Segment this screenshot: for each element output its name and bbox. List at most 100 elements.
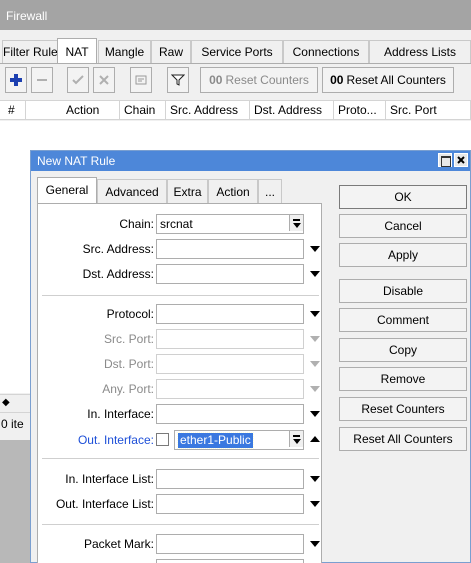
column-action[interactable]: Action: [62, 101, 120, 120]
separator: [42, 295, 319, 296]
disable-button[interactable]: [93, 67, 115, 93]
tab-connections[interactable]: Connections: [283, 40, 369, 64]
enable-button[interactable]: [67, 67, 89, 93]
tab-action[interactable]: Action: [208, 179, 258, 203]
chain-field[interactable]: srcnat: [156, 214, 304, 234]
src-address-dropdown-icon[interactable]: [310, 246, 320, 252]
in-interface-list-row: In. Interface List:: [38, 469, 323, 489]
out-interface-dropdown-icon[interactable]: [289, 431, 303, 447]
reset-counters-label: Reset Counters: [225, 73, 309, 87]
apply-button[interactable]: Apply: [339, 243, 467, 267]
column-protocol[interactable]: Proto...: [334, 101, 386, 120]
in-interface-dropdown-icon[interactable]: [310, 411, 320, 417]
column-chain[interactable]: Chain: [120, 101, 166, 120]
dst-port-label: Dst. Port:: [103, 357, 154, 371]
add-button[interactable]: [5, 67, 27, 93]
tab-filter-rules[interactable]: Filter Rules: [2, 40, 58, 64]
tab-general[interactable]: General: [37, 177, 97, 204]
out-interface-field[interactable]: ether1-Public: [174, 430, 304, 450]
in-interface-list-field[interactable]: [156, 469, 304, 489]
rules-table-header: # Action Chain Src. Address Dst. Address…: [0, 100, 471, 120]
column-dst-address[interactable]: Dst. Address: [250, 101, 334, 120]
any-port-label: Any. Port:: [102, 382, 154, 396]
disable-button[interactable]: Disable: [339, 279, 467, 303]
reset-all-counters-button[interactable]: Reset All Counters: [339, 427, 467, 451]
out-interface-list-label: Out. Interface List:: [55, 497, 154, 511]
dialog-titlebar[interactable]: New NAT Rule: [31, 151, 470, 171]
tab-mangle[interactable]: Mangle: [98, 40, 151, 64]
out-interface-value: ether1-Public: [177, 432, 254, 449]
tab-service-ports[interactable]: Service Ports: [191, 40, 283, 64]
out-interface-collapse-icon[interactable]: [310, 436, 320, 442]
column-src-address[interactable]: Src. Address: [166, 101, 250, 120]
filter-button[interactable]: [167, 67, 189, 93]
dst-port-row: Dst. Port:: [38, 354, 323, 374]
in-interface-field[interactable]: [156, 404, 304, 424]
dst-port-dropdown-icon[interactable]: [310, 361, 320, 367]
dst-port-field[interactable]: [156, 354, 304, 374]
new-nat-rule-dialog: New NAT Rule General Advanced Extra Acti…: [30, 150, 471, 563]
packet-mark-dropdown-icon[interactable]: [310, 541, 320, 547]
tab-address-lists[interactable]: Address Lists: [369, 40, 471, 64]
tab-more[interactable]: ...: [258, 179, 282, 203]
plus-icon: [10, 74, 22, 86]
any-port-field[interactable]: [156, 379, 304, 399]
copy-button[interactable]: Copy: [339, 338, 467, 362]
remove-button[interactable]: Remove: [339, 367, 467, 391]
tab-extra[interactable]: Extra: [167, 179, 208, 203]
chain-row: Chain: srcnat: [38, 214, 323, 234]
column-src-port[interactable]: Src. Port: [386, 101, 471, 120]
reset-all-counters-label: Reset All Counters: [346, 73, 446, 87]
dst-address-dropdown-icon[interactable]: [310, 271, 320, 277]
general-panel: Chain: srcnat Src. Address: Dst. Address…: [37, 204, 322, 563]
filter-icon: [171, 74, 185, 86]
comment-button[interactable]: [130, 67, 152, 93]
tab-advanced[interactable]: Advanced: [97, 179, 167, 203]
src-port-label: Src. Port:: [103, 332, 154, 346]
src-port-field[interactable]: [156, 329, 304, 349]
chain-dropdown-icon[interactable]: [289, 215, 303, 231]
maximize-icon[interactable]: [438, 153, 452, 167]
src-port-dropdown-icon[interactable]: [310, 336, 320, 342]
protocol-dropdown-icon[interactable]: [310, 311, 320, 317]
in-interface-list-label: In. Interface List:: [65, 472, 154, 486]
cross-icon: [99, 75, 109, 85]
tab-divider: [0, 63, 471, 64]
firewall-tabs: Filter Rules NAT Mangle Raw Service Port…: [2, 38, 471, 64]
ok-button[interactable]: OK: [339, 185, 467, 209]
any-port-dropdown-icon[interactable]: [310, 386, 320, 392]
tab-nat[interactable]: NAT: [57, 38, 97, 64]
close-icon[interactable]: [454, 153, 468, 167]
in-interface-label: In. Interface:: [87, 407, 154, 421]
next-field-partial[interactable]: [156, 559, 304, 563]
out-interface-negate-checkbox[interactable]: [156, 433, 169, 446]
dialog-title: New NAT Rule: [37, 154, 116, 168]
packet-mark-field[interactable]: [156, 534, 304, 554]
separator: [42, 458, 319, 459]
in-interface-row: In. Interface:: [38, 404, 323, 424]
out-interface-list-field[interactable]: [156, 494, 304, 514]
out-interface-row: Out. Interface: ether1-Public: [38, 430, 323, 450]
remove-button[interactable]: [31, 67, 53, 93]
out-interface-label: Out. Interface:: [77, 433, 154, 447]
src-address-field[interactable]: [156, 239, 304, 259]
src-port-row: Src. Port:: [38, 329, 323, 349]
counter-icon: 00: [209, 73, 223, 87]
in-interface-list-dropdown-icon[interactable]: [310, 476, 320, 482]
firewall-toolbar: 00 Reset Counters 00 Reset All Counters: [0, 67, 471, 95]
dst-address-field[interactable]: [156, 264, 304, 284]
out-interface-list-dropdown-icon[interactable]: [310, 501, 320, 507]
column-number[interactable]: #: [0, 101, 26, 120]
comment-button[interactable]: Comment: [339, 308, 467, 332]
protocol-field[interactable]: [156, 304, 304, 324]
scroll-left-icon[interactable]: ◆: [2, 397, 10, 408]
out-interface-list-row: Out. Interface List:: [38, 494, 323, 514]
reset-counters-button[interactable]: 00 Reset Counters: [200, 67, 318, 93]
item-count: 0 ite: [1, 417, 24, 431]
reset-all-counters-button[interactable]: 00 Reset All Counters: [322, 67, 454, 93]
reset-counters-button[interactable]: Reset Counters: [339, 397, 467, 421]
src-address-row: Src. Address:: [38, 239, 323, 259]
cancel-button[interactable]: Cancel: [339, 214, 467, 238]
check-icon: [72, 75, 84, 85]
tab-raw[interactable]: Raw: [151, 40, 191, 64]
